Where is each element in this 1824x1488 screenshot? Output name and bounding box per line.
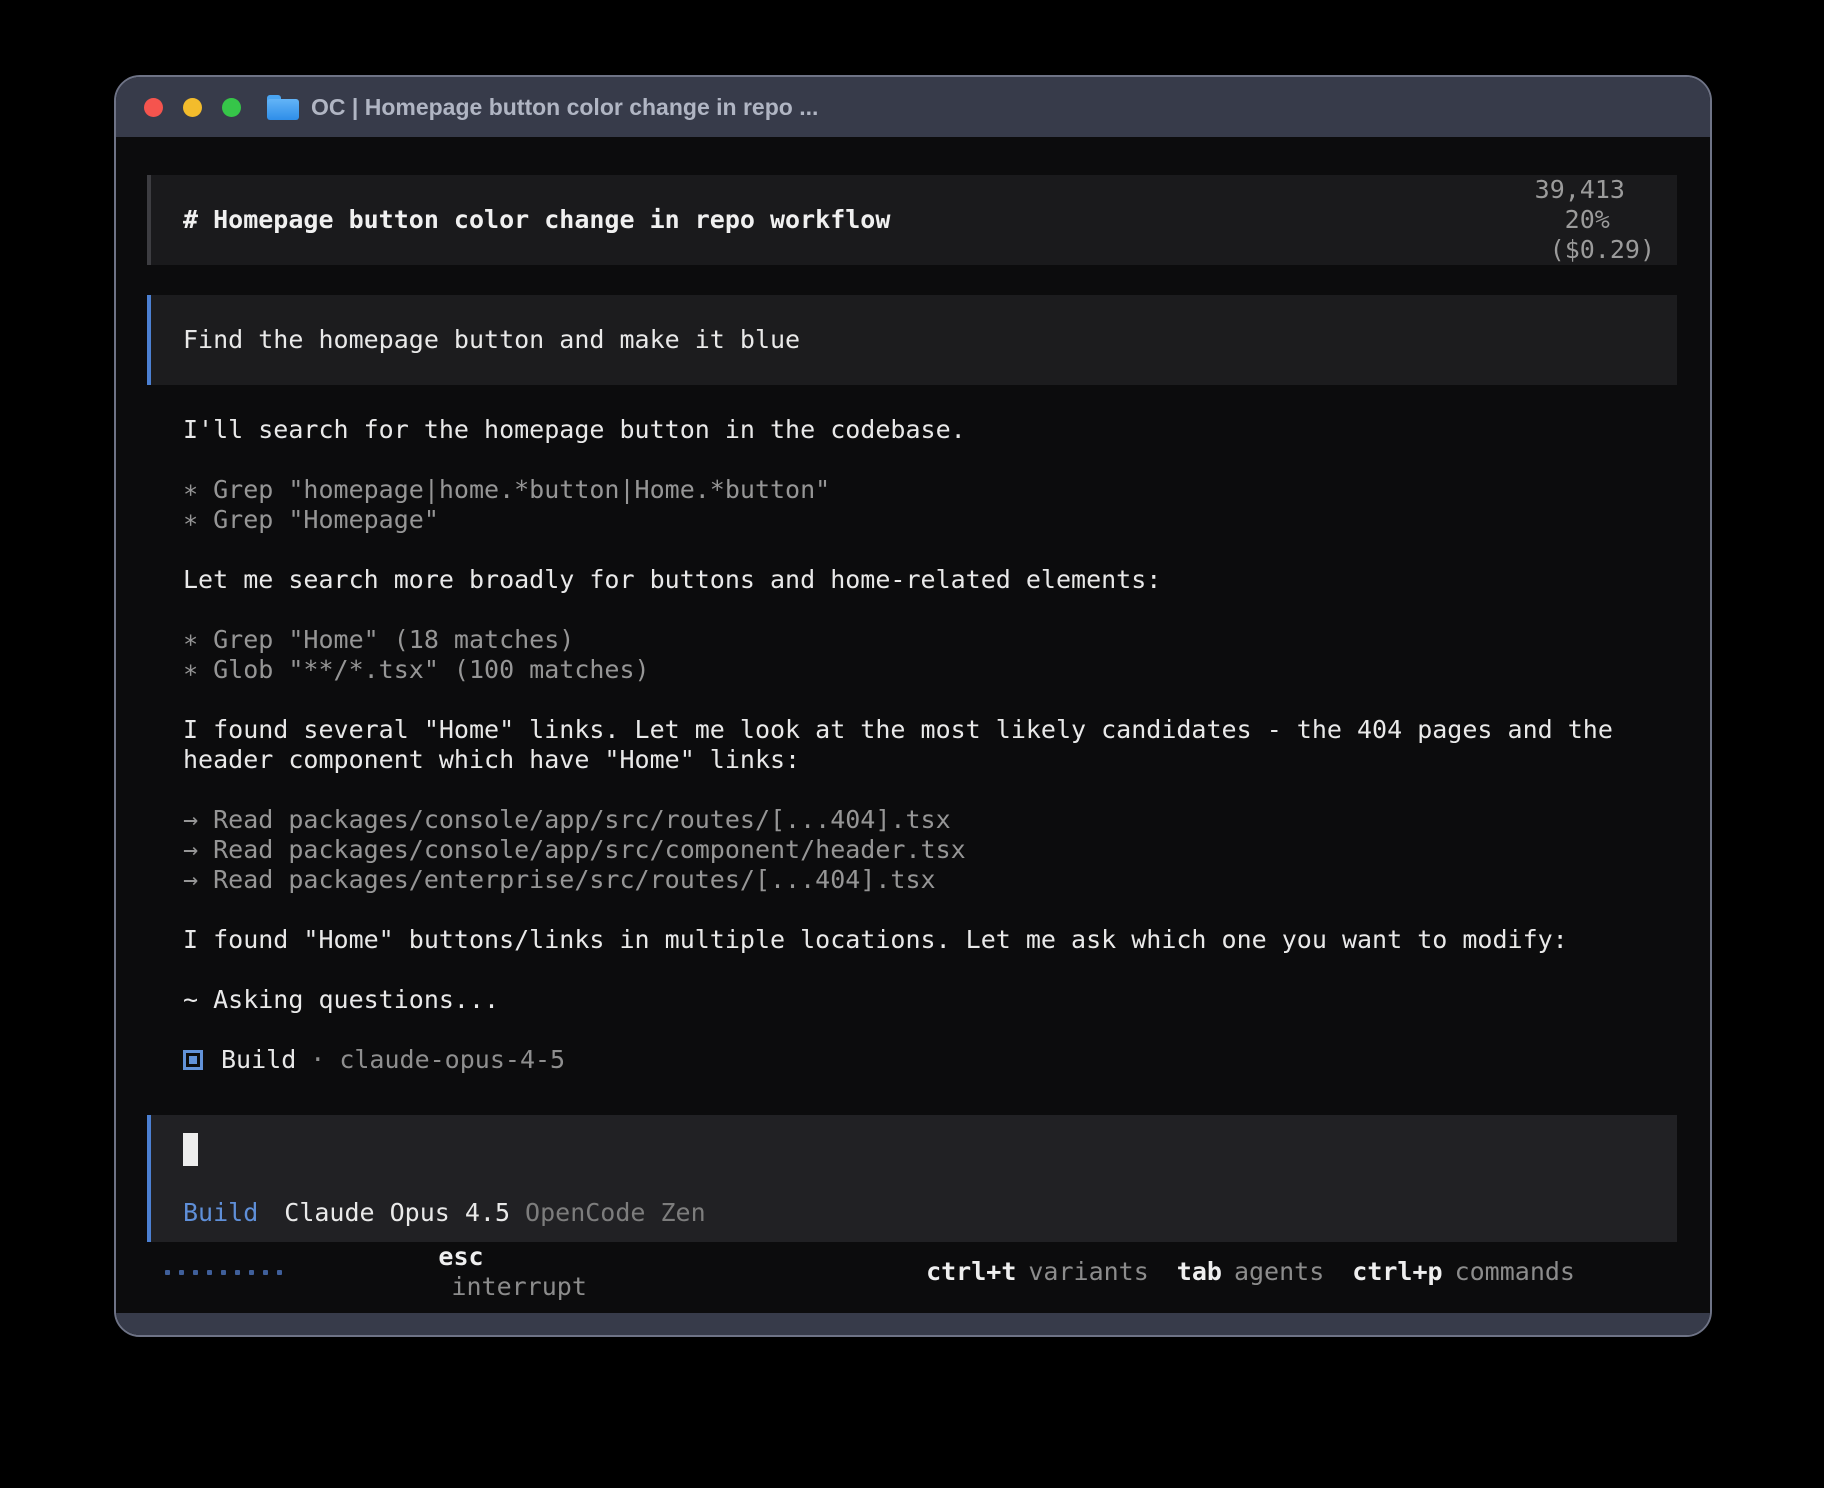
transcript-line: ∗ Grep "Homepage" [183,505,1677,535]
transcript-entry: I'll search for the homepage button in t… [183,415,1677,445]
footer-hint: ctrl+p commands [1352,1257,1575,1287]
traffic-lights [144,98,241,117]
transcript-entry: ∗ Grep "homepage|home.*button|Home.*butt… [183,475,1677,535]
minimize-button[interactable] [183,98,202,117]
transcript-entry: Let me search more broadly for buttons a… [183,565,1677,595]
transcript-entry: ∗ Grep "Home" (18 matches)∗ Glob "**/*.t… [183,625,1677,685]
transcript-line: ∗ Grep "homepage|home.*button|Home.*butt… [183,475,1677,505]
window-bottom-bar [116,1313,1710,1335]
token-count: 39,413 [1535,175,1625,204]
agent-model: claude-opus-4-5 [339,1045,565,1075]
status-footer: esc interrupt ctrl+tvariantstabagentsctr… [165,1257,1710,1287]
spinner-icon [165,1270,282,1275]
terminal-content: # Homepage button color change in repo w… [116,137,1710,1313]
hint-key: tab [1177,1257,1222,1286]
zoom-button[interactable] [222,98,241,117]
spinner-dot [193,1270,198,1275]
transcript-entry: I found several "Home" links. Let me loo… [183,715,1677,775]
session-stats: 39,413 20% ($0.29) [1414,145,1655,295]
session-header: # Homepage button color change in repo w… [147,175,1677,265]
hint-label: agents [1234,1257,1324,1286]
spinner-dot [235,1270,240,1275]
transcript-line: → Read packages/console/app/src/routes/[… [183,805,1677,835]
spinner-dot [263,1270,268,1275]
spinner-dot [207,1270,212,1275]
session-title: # Homepage button color change in repo w… [183,205,890,235]
transcript-line: ~ Asking questions... [183,985,1677,1015]
transcript: I'll search for the homepage button in t… [183,415,1677,1015]
hint-label: commands [1455,1257,1575,1286]
transcript-line: I'll search for the homepage button in t… [183,415,1677,445]
transcript-line: → Read packages/enterprise/src/routes/[.… [183,865,1677,895]
hint-key: ctrl+t [926,1257,1016,1286]
transcript-line: header component which have "Home" links… [183,745,1677,775]
spinner-dot [249,1270,254,1275]
transcript-entry: → Read packages/console/app/src/routes/[… [183,805,1677,895]
spinner-dot [179,1270,184,1275]
transcript-line: ∗ Grep "Home" (18 matches) [183,625,1677,655]
footer-hint: tab agents [1177,1257,1324,1287]
footer-hints: ctrl+t variants tab agents ctrl+p commands [926,1257,1575,1287]
transcript-line: → Read packages/console/app/src/componen… [183,835,1677,865]
build-agent-icon [183,1050,203,1070]
transcript-line: I found several "Home" links. Let me loo… [183,715,1677,745]
footer-hint: ctrl+t variants [926,1257,1149,1287]
transcript-line: ∗ Glob "**/*.tsx" (100 matches) [183,655,1677,685]
transcript-line: I found "Home" buttons/links in multiple… [183,925,1677,955]
terminal-window: OC | Homepage button color change in rep… [114,75,1712,1337]
interrupt-hint: esc interrupt [318,1212,587,1313]
spinner-dot [221,1270,226,1275]
hint-key: ctrl+p [1352,1257,1442,1286]
spinner-dot [277,1270,282,1275]
folder-icon [267,95,299,120]
hint-label: variants [1028,1257,1148,1286]
agent-status-line: Build · claude-opus-4-5 [183,1045,1677,1075]
window-titlebar[interactable]: OC | Homepage button color change in rep… [116,77,1710,137]
esc-key-label: esc [438,1242,483,1271]
user-message: Find the homepage button and make it blu… [147,295,1677,385]
session-cost: ($0.29) [1550,235,1655,264]
transcript-entry: I found "Home" buttons/links in multiple… [183,925,1677,955]
text-cursor [183,1133,198,1166]
context-percent: 20% [1565,205,1610,234]
transcript-entry: ~ Asking questions... [183,985,1677,1015]
spinner-dot [165,1270,170,1275]
agent-name: Build [221,1045,296,1075]
separator-dot: · [310,1045,325,1075]
interrupt-label: interrupt [451,1272,586,1301]
transcript-line: Let me search more broadly for buttons a… [183,565,1677,595]
window-title: OC | Homepage button color change in rep… [311,94,818,121]
mode-badge: Build [183,1198,258,1228]
close-button[interactable] [144,98,163,117]
